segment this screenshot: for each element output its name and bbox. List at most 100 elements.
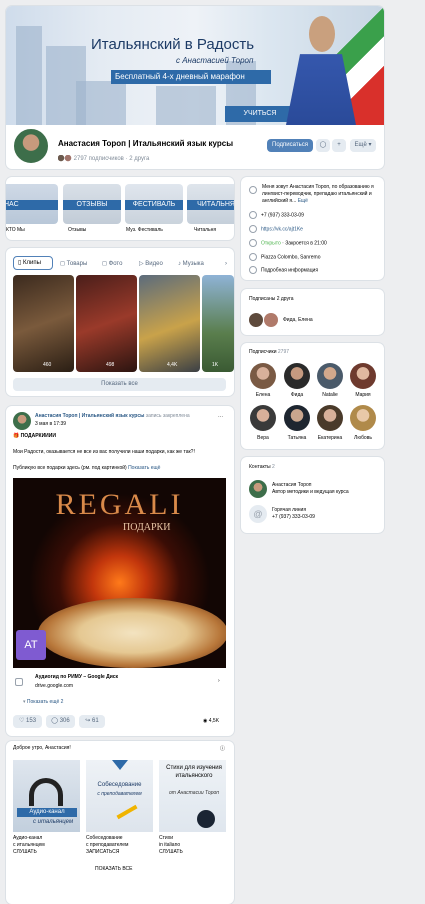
subscriber-avatar[interactable] <box>350 405 376 431</box>
cover-marathon: Бесплатный 4-х дневный марафон <box>111 70 271 84</box>
eye-icon: ◉ <box>203 718 208 724</box>
at-icon: @ <box>253 509 263 519</box>
comment-icon: ◯ <box>51 718 59 724</box>
tab-clips[interactable]: ▯ Клипы <box>13 256 53 270</box>
details-row[interactable]: Подробная информация <box>249 266 318 274</box>
post-image[interactable]: REGALI ПОДАРКИ AT <box>13 478 226 668</box>
message-button[interactable]: ◯ <box>316 139 330 152</box>
post-heading: 🎁 ПОДАРКИИИИ <box>13 433 56 439</box>
about-row: Меня зовут Анастасия Тороп, по образован… <box>249 184 379 205</box>
heart-icon: ♡ <box>18 718 25 724</box>
hours-row[interactable]: Открыто · Закроется в 21:00 <box>249 239 327 247</box>
contact-phone[interactable]: +7 (937) 333-03-09 <box>272 514 315 520</box>
profile-avatar[interactable] <box>12 127 50 165</box>
show-all-feed-button[interactable]: ПОКАЗАТЬ ВСЕ <box>95 866 132 872</box>
highlight-caption: Муз. Фестиваль <box>126 227 163 233</box>
feed-card-sub: in italiano <box>159 842 181 848</box>
post-date: 3 мая в 17:39 <box>35 421 67 427</box>
plus-icon: + <box>337 142 341 148</box>
friends-names[interactable]: Фида, Елена <box>283 317 313 323</box>
tab-photos[interactable]: ◻ Фото <box>102 258 122 270</box>
profile-name: Анастасия Тороп | Итальянский язык курсы <box>58 139 234 148</box>
video-icon: ▷ <box>139 261 144 267</box>
phone-icon <box>249 211 257 219</box>
highlight-3[interactable]: ФЕСТИВАЛЬ <box>125 184 183 224</box>
highlight-4[interactable]: ЧИТАЛЬНЯ <box>187 184 234 224</box>
cover-face <box>309 16 335 52</box>
chevron-right-icon[interactable]: › <box>225 258 227 270</box>
signup-button[interactable]: ЗАПИСАТЬСЯ <box>86 849 119 855</box>
show-more-link[interactable]: Показать ещё <box>128 465 160 471</box>
friend-avatar[interactable] <box>249 313 263 327</box>
contact-name[interactable]: Анастасия Тороп <box>272 482 312 488</box>
listen-button[interactable]: СЛУШАТЬ <box>159 849 183 855</box>
contact-avatar[interactable] <box>249 480 267 498</box>
info-icon[interactable]: ⓘ <box>220 745 225 752</box>
clip-thumb[interactable]: 1K <box>202 275 234 372</box>
info-icon <box>249 186 257 194</box>
cover-subtitle: с Анастасией Тороп <box>176 56 254 65</box>
clip-thumb[interactable]: 460 <box>13 275 74 372</box>
chevron-down-icon: ▾ <box>368 142 372 148</box>
post-menu-icon[interactable]: ··· <box>218 414 223 420</box>
share-button[interactable]: ↪ 61 <box>79 715 105 728</box>
feed-card-audio[interactable]: Аудио-канал с итальянцем <box>13 760 80 832</box>
cover-title: Итальянский в Радость <box>91 36 255 53</box>
tab-music[interactable]: ♪ Музыка <box>178 258 204 270</box>
highlight-1[interactable]: НАС <box>6 184 58 224</box>
subscriber-name[interactable]: Мария <box>343 392 383 398</box>
subscriber-name[interactable]: Любовь <box>343 435 383 441</box>
highlight-caption: Читальня <box>194 227 217 233</box>
tab-goods[interactable]: ◻ Товары <box>60 258 87 270</box>
pizza <box>38 598 226 668</box>
listen-button[interactable]: СЛУШАТЬ <box>13 849 37 855</box>
like-button[interactable]: ♡ 153 <box>13 715 42 728</box>
phone-row[interactable]: +7 (937) 333-03-09 <box>249 211 304 219</box>
feed-card-sub: с итальянцем <box>13 842 45 848</box>
subscriber-avatar[interactable] <box>250 405 276 431</box>
clock-icon <box>249 239 257 247</box>
profile-followers[interactable]: 2797 подписчиков · 2 друга <box>58 155 149 162</box>
friend-avatar[interactable] <box>264 313 278 327</box>
subscribers-title: Подписчики 2797 <box>249 349 290 355</box>
contact-role: Автор методики и ведущая курса <box>272 489 349 495</box>
link-row[interactable]: https://vk.cc/ajt1Ke <box>249 225 303 233</box>
show-all-clips-button[interactable]: Показать все <box>13 378 226 391</box>
subscriber-avatar[interactable] <box>284 405 310 431</box>
feed-card-title: Собеседование <box>86 835 123 841</box>
subscriber-avatar[interactable] <box>284 363 310 389</box>
image-subtitle: ПОДАРКИ <box>123 522 171 533</box>
highlight-caption: Отзывы <box>68 227 87 233</box>
subscriber-avatar[interactable] <box>317 405 343 431</box>
highlight-2[interactable]: ОТЗЫВЫ <box>63 184 121 224</box>
subscriber-avatar[interactable] <box>350 363 376 389</box>
clip-thumb[interactable]: 498 <box>76 275 137 372</box>
friends-title: Подписаны 2 друга <box>249 296 294 302</box>
message-icon: ◯ <box>319 142 327 148</box>
feed-card-poems[interactable]: Стихи для изучения итальянского от Анаст… <box>159 760 226 832</box>
subscribe-button[interactable]: Подписаться <box>267 139 313 152</box>
photo-icon: ◻ <box>102 261 107 267</box>
post-author[interactable]: Анастасия Тороп | Итальянский язык курсы… <box>35 413 215 419</box>
cover-image: Итальянский в Радость с Анастасией Тороп… <box>6 6 384 125</box>
comment-button[interactable]: ◯ 306 <box>46 715 75 728</box>
clips-icon: ▯ <box>18 260 22 266</box>
address-row[interactable]: Piazza Colombo, Sanremo <box>249 253 320 261</box>
subscriber-avatar[interactable] <box>250 363 276 389</box>
feed-card-sub: с преподавателем <box>86 842 129 848</box>
about-more-link[interactable]: Ещё <box>298 198 308 204</box>
image-title: REGALI <box>55 488 184 521</box>
show-more-attachments[interactable]: ▾ Показать ещё 2 <box>23 699 63 705</box>
post-author-avatar[interactable] <box>13 412 31 430</box>
highlights-card: НАС ОТЗЫВЫ ФЕСТИВАЛЬ ЧИТАЛЬНЯ КТО Мы Отз… <box>6 177 234 240</box>
more-button[interactable]: Ещё ▾ <box>350 139 376 152</box>
tab-video[interactable]: ▷ Видео <box>139 258 163 270</box>
subscriber-avatar[interactable] <box>317 363 343 389</box>
link-attachment[interactable]: Аудиогид по РИМУ – Google Диск drive.goo… <box>13 672 226 692</box>
add-friend-button[interactable]: + <box>332 139 346 152</box>
feed-card-interview[interactable]: Собеседование с преподавателем <box>86 760 153 832</box>
clip-thumb[interactable]: 4,4K <box>139 275 200 372</box>
learn-button[interactable]: УЧИТЬСЯ <box>225 106 295 122</box>
pencil-icon <box>116 804 138 820</box>
feed-card-title: Стихи <box>159 835 173 841</box>
